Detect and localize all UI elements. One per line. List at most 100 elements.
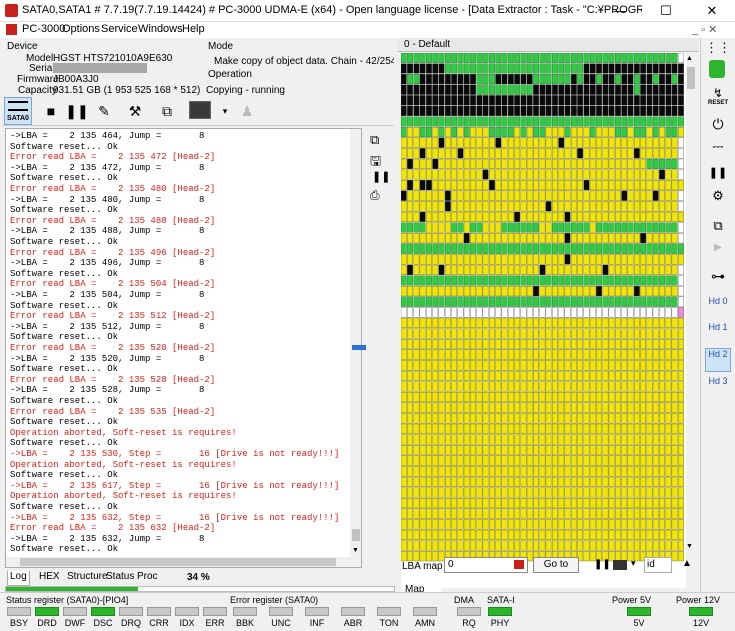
sector-cell (413, 466, 420, 477)
seek-icon[interactable]: ⚙ (705, 188, 731, 210)
sector-cell (444, 275, 451, 286)
map-scroll-thumb[interactable] (687, 67, 695, 89)
sector-cell (457, 529, 464, 540)
log-horizontal-scrollbar[interactable] (6, 557, 350, 567)
menu-service[interactable]: Service (101, 23, 138, 35)
drive-image-icon[interactable] (189, 101, 211, 119)
sector-cell (413, 317, 420, 328)
pause-log-icon[interactable]: ❚❚ (372, 170, 390, 183)
sector-cell (444, 74, 451, 85)
menu-windows[interactable]: Windows (138, 23, 183, 35)
sector-cell (552, 498, 558, 509)
tab-log[interactable]: Log (7, 571, 30, 586)
play-icon[interactable]: ▶ (705, 242, 731, 264)
sector-cell (413, 158, 420, 169)
tab-structure[interactable]: Structure (65, 571, 110, 582)
menu-options[interactable]: Options (62, 23, 100, 35)
sector-cell (444, 466, 451, 477)
reset-button[interactable]: ↯ RESET (705, 86, 731, 108)
sector-cell (514, 222, 521, 233)
sector-cell (570, 307, 577, 318)
maximize-button[interactable]: ☐ (643, 0, 689, 22)
sector-cell (570, 349, 577, 360)
sector-cell (621, 233, 628, 244)
sata-port-button[interactable]: SATA0 (4, 97, 32, 125)
sector-cell (640, 445, 647, 456)
map-drive-icon[interactable] (613, 560, 627, 570)
menu-pc3000[interactable]: PC-3000 (22, 23, 65, 35)
sector-cell (678, 508, 684, 519)
hd2-button[interactable]: Hd 2 (705, 348, 731, 372)
sector-cell (615, 286, 621, 297)
map-scroll-down-icon[interactable]: ▼ (686, 543, 693, 550)
sector-map[interactable] (401, 53, 687, 588)
pause-right-icon[interactable]: ❚❚ (705, 166, 731, 188)
tools-icon[interactable]: ⚒ (122, 98, 148, 124)
copy-icon[interactable]: ⧉ (370, 132, 379, 148)
pause-icon[interactable]: ❚❚ (64, 98, 90, 124)
sector-cell (602, 137, 609, 148)
sector-cell (552, 233, 558, 244)
sector-cell (589, 190, 596, 201)
sector-cell (627, 328, 634, 339)
map-scroll-up-icon[interactable]: ▲ (686, 55, 693, 62)
led-label-idx: IDX (179, 618, 195, 628)
map-vertical-scrollbar[interactable]: ▲ ▼ (686, 53, 696, 588)
menu-help[interactable]: Help (182, 23, 205, 35)
close-button[interactable]: ✕ (689, 0, 735, 22)
sector-cell (495, 116, 502, 127)
sector-cell (463, 445, 470, 456)
sector-cell (457, 254, 464, 265)
scroll-down-icon[interactable]: ▼ (352, 547, 360, 554)
sector-cell (596, 158, 602, 169)
hd1-button[interactable]: Hd 1 (705, 322, 731, 344)
sector-cell (514, 466, 521, 477)
log-area[interactable]: ->LBA = 2 135 464, Jump = 8 Software rese… (5, 128, 362, 568)
sector-cell (608, 74, 615, 85)
sector-cell (545, 317, 552, 328)
map-collapse-icon[interactable]: ▲ (682, 558, 692, 569)
id-field[interactable]: id (644, 557, 672, 573)
windows-icon[interactable]: ⧉ (154, 98, 180, 124)
sector-cell (627, 148, 634, 159)
connector-icon[interactable]: ⊶ (705, 268, 731, 290)
sector-cell (627, 360, 634, 371)
power-icon[interactable]: ⏻ (705, 116, 731, 138)
sector-cell (646, 275, 653, 286)
log-scroll-thumb[interactable] (352, 529, 360, 541)
hd3-button[interactable]: Hd 3 (705, 376, 731, 398)
hd0-button[interactable]: Hd 0 (705, 296, 731, 318)
sector-cell (526, 264, 533, 275)
sector-cell (501, 95, 508, 106)
sector-cell (652, 105, 659, 116)
sector-cell (419, 275, 426, 286)
minimize-button[interactable]: — (597, 0, 643, 22)
sector-cell (451, 201, 458, 212)
sector-cell (671, 105, 678, 116)
tab-hex[interactable]: HEX (37, 571, 62, 582)
sector-cell (577, 137, 584, 148)
map-chevron-down-icon[interactable]: ▾ (631, 558, 636, 569)
map-pause-icon[interactable]: ❚❚ (594, 559, 611, 570)
goto-button[interactable]: Go to (533, 557, 579, 573)
voltage-icon[interactable]: ⎓ (705, 138, 731, 160)
sector-cell (438, 392, 445, 403)
lba-input-icon[interactable] (514, 560, 524, 569)
edit-document-icon[interactable]: ✎ (91, 98, 117, 124)
copy-delete-icon[interactable]: ⧉ (705, 218, 731, 240)
tab-status[interactable]: Status (104, 571, 136, 582)
mdi-controls[interactable]: _ ▫ ✕ (692, 23, 717, 36)
stop-icon[interactable]: ■ (38, 98, 64, 124)
sector-cell (444, 540, 451, 551)
tab-proc[interactable]: Proc (135, 571, 160, 582)
sector-cell (426, 158, 432, 169)
sector-cell (659, 540, 665, 551)
sector-cell (526, 275, 533, 286)
print-icon[interactable]: ⎙ (370, 188, 380, 203)
person-icon[interactable]: ♟ (234, 98, 260, 124)
sector-cell (489, 254, 495, 265)
sector-cell (552, 158, 558, 169)
log-hscroll-thumb[interactable] (20, 558, 336, 566)
sector-cell (426, 349, 432, 360)
drive-status-icon[interactable] (705, 58, 731, 80)
